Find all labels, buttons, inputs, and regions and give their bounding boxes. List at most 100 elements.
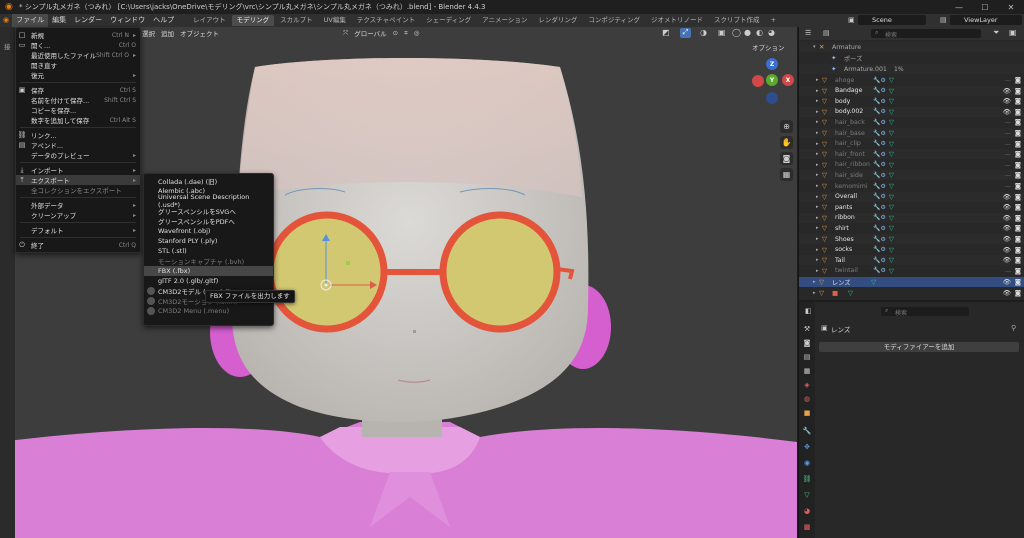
render-camera-icon[interactable]: ◙ <box>1015 150 1021 158</box>
outliner-row-object[interactable]: ▸ ▽ body.002 🔧⚙ ▽ 👁 ◙ <box>799 106 1024 117</box>
blender-menu-icon[interactable]: ◉ <box>0 14 12 27</box>
nav-gizmo-neg-x[interactable] <box>752 75 764 87</box>
texture-tab-icon[interactable]: ▩ <box>802 522 812 532</box>
view-object-types-icon[interactable]: ◩ <box>662 28 670 37</box>
outliner-row-object[interactable]: ▸ ▽ twintail 🔧⚙ ▽ — ◙ <box>799 266 1024 276</box>
filter-icon[interactable]: ⏷ <box>993 28 999 38</box>
zoom-icon[interactable]: ⊕ <box>780 120 793 133</box>
gizmo-toggle-icon[interactable]: ⤢ <box>680 28 691 38</box>
outliner-search-input[interactable]: ⌕ 検索 <box>871 29 981 39</box>
hidden-icon[interactable]: — <box>1005 150 1012 158</box>
close-button[interactable]: ✕ <box>998 0 1024 14</box>
output-tab-icon[interactable]: ▤ <box>802 352 812 362</box>
render-camera-icon[interactable]: ◙ <box>1015 108 1021 116</box>
editor-type-icon[interactable]: ◧ <box>805 307 812 315</box>
hidden-icon[interactable]: — <box>1005 171 1012 179</box>
outliner-row-object[interactable]: ▸ ▽ hair_base 🔧⚙ ▽ — ◙ <box>799 128 1024 138</box>
export-stl[interactable]: STL (.stl) <box>144 246 273 256</box>
render-camera-icon[interactable]: ◙ <box>1015 129 1021 137</box>
visibility-eye-icon[interactable]: 👁 <box>1003 278 1011 286</box>
menu-file[interactable]: ファイル <box>12 14 49 27</box>
render-camera-icon[interactable]: ◙ <box>1015 97 1021 105</box>
tab-rendering[interactable]: レンダリング <box>533 15 582 26</box>
outliner-row-object[interactable]: ▸ ▽ hair_front 🔧⚙ ▽ — ◙ <box>799 149 1024 160</box>
export-usd[interactable]: Universal Scene Description (.usd*) <box>144 193 273 209</box>
hidden-icon[interactable]: — <box>1005 129 1012 137</box>
outliner-row-armature[interactable]: ▾ ✕ Armature <box>799 42 1024 52</box>
view-layer-selector[interactable]: ViewLayer <box>950 15 1022 25</box>
export-obj[interactable]: Wavefront (.obj) <box>144 226 273 236</box>
visibility-eye-icon[interactable]: 👁 <box>1003 256 1011 264</box>
outliner-row-object[interactable]: ▸ ▽ Tail 🔧⚙ ▽ 👁 ◙ <box>799 255 1024 266</box>
viewport-menu-object[interactable]: オブジェクト <box>180 28 219 38</box>
render-camera-icon[interactable]: ◙ <box>1015 289 1021 297</box>
outliner-row-object[interactable]: ▸ ▽ body 🔧⚙ ▽ 👁 ◙ <box>799 96 1024 106</box>
visibility-eye-icon[interactable]: 👁 <box>1003 214 1011 222</box>
visibility-eye-icon[interactable]: 👁 <box>1003 224 1011 232</box>
pan-hand-icon[interactable]: ✋ <box>780 136 793 149</box>
view-layer-tab-icon[interactable]: ▦ <box>802 366 812 376</box>
scene-selector[interactable]: Scene <box>858 15 926 25</box>
options-dropdown[interactable]: オプション <box>752 42 785 52</box>
properties-search-input[interactable]: ⌕ 検索 <box>881 307 969 317</box>
render-camera-icon[interactable]: ◙ <box>1015 235 1021 243</box>
render-camera-icon[interactable]: ◙ <box>1015 193 1021 201</box>
outliner-row-object[interactable]: ▸ ▽ Bandage 🔧⚙ ▽ 👁 ◙ <box>799 85 1024 96</box>
render-camera-icon[interactable]: ◙ <box>1015 278 1021 286</box>
camera-view-icon[interactable]: ◙ <box>780 152 793 165</box>
render-tab-icon[interactable]: ◙ <box>802 338 812 348</box>
file-menu-save-copy[interactable]: コピーを保存... <box>16 105 140 115</box>
hidden-icon[interactable]: — <box>1005 267 1012 275</box>
visibility-eye-icon[interactable]: 👁 <box>1003 246 1011 254</box>
scene-tab-icon[interactable]: ◈ <box>802 380 812 390</box>
object-tab-icon[interactable]: ■ <box>802 408 812 418</box>
tab-animation[interactable]: アニメーション <box>477 15 532 26</box>
file-menu-revert[interactable]: 開き直す <box>16 60 140 70</box>
visibility-eye-icon[interactable]: 👁 <box>1003 87 1011 95</box>
export-fbx[interactable]: FBX (.fbx) <box>144 266 273 276</box>
tab-sculpt[interactable]: スカルプト <box>275 15 318 26</box>
pivot-icon[interactable]: ⊙ <box>393 29 398 37</box>
visibility-eye-icon[interactable]: 👁 <box>1003 97 1011 105</box>
hidden-icon[interactable]: — <box>1005 118 1012 126</box>
file-menu-open[interactable]: ▭ 開く... Ctrl O <box>16 40 140 50</box>
outliner-row-lens[interactable]: ▸ ▽ レンズ ▽ 👁 ◙ <box>799 277 1024 287</box>
outliner-row-object[interactable]: ▸ ▽ pants 🔧⚙ ▽ 👁 ◙ <box>799 202 1024 212</box>
render-camera-icon[interactable]: ◙ <box>1015 267 1021 275</box>
export-cm3d2-menu[interactable]: CM3D2 Menu (.menu) <box>144 306 273 316</box>
render-camera-icon[interactable]: ◙ <box>1015 246 1021 254</box>
add-workspace-button[interactable]: + <box>766 15 781 26</box>
export-ply[interactable]: Stanford PLY (.ply) <box>144 236 273 246</box>
file-menu-save-as[interactable]: 名前を付けて保存... Shift Ctrl S <box>16 95 140 106</box>
modifier-tab-icon[interactable]: 🔧 <box>802 426 812 436</box>
render-camera-icon[interactable]: ◙ <box>1015 214 1021 222</box>
outliner-row-pose[interactable]: ✦ ポーズ <box>799 53 1024 63</box>
file-menu-import[interactable]: ⤓ インポート ▸ <box>16 165 140 176</box>
shading-solid-icon[interactable]: ● <box>744 28 751 37</box>
visibility-eye-icon[interactable]: 👁 <box>1003 193 1011 201</box>
hidden-icon[interactable]: — <box>1005 76 1012 84</box>
shading-rendered-icon[interactable]: ◕ <box>768 28 775 37</box>
display-mode-icon[interactable]: ▤ <box>823 29 830 37</box>
export-gltf[interactable]: glTF 2.0 (.glb/.gltf) <box>144 276 273 286</box>
render-camera-icon[interactable]: ◙ <box>1015 182 1021 190</box>
constraints-tab-icon[interactable]: ⛓ <box>802 474 812 484</box>
particles-tab-icon[interactable]: ✥ <box>802 442 812 452</box>
xray-icon[interactable]: ▣ <box>718 28 726 37</box>
file-menu-quit[interactable]: ⏻ 終了 Ctrl Q <box>16 240 140 251</box>
nav-gizmo-y[interactable]: Y <box>766 74 778 86</box>
export-grease-pencil-svg[interactable]: グリースペンシルをSVGへ <box>144 206 273 216</box>
world-tab-icon[interactable]: ◍ <box>802 394 812 404</box>
outliner-row-object[interactable]: ▸ ▽ Shoes 🔧⚙ ▽ 👁 ◙ <box>799 234 1024 244</box>
hidden-icon[interactable]: — <box>1005 161 1012 169</box>
physics-tab-icon[interactable]: ◉ <box>802 458 812 468</box>
maximize-button[interactable]: ☐ <box>972 0 998 14</box>
outliner-row-object[interactable]: ▸ ▽ hair_back 🔧⚙ ▽ — ◙ <box>799 117 1024 127</box>
tab-modeling[interactable]: モデリング <box>231 15 275 26</box>
visibility-eye-icon[interactable]: 👁 <box>1003 203 1011 211</box>
outliner-row-object[interactable]: ▸ ▽ kemomimi 🔧⚙ ▽ — ◙ <box>799 181 1024 191</box>
render-camera-icon[interactable]: ◙ <box>1015 203 1021 211</box>
pin-icon[interactable]: ⚲ <box>1011 324 1016 332</box>
viewport-menu-add[interactable]: 追加 <box>161 28 174 38</box>
outliner-row-object[interactable]: ▸ ▽ hair_side 🔧⚙ ▽ — ◙ <box>799 170 1024 181</box>
